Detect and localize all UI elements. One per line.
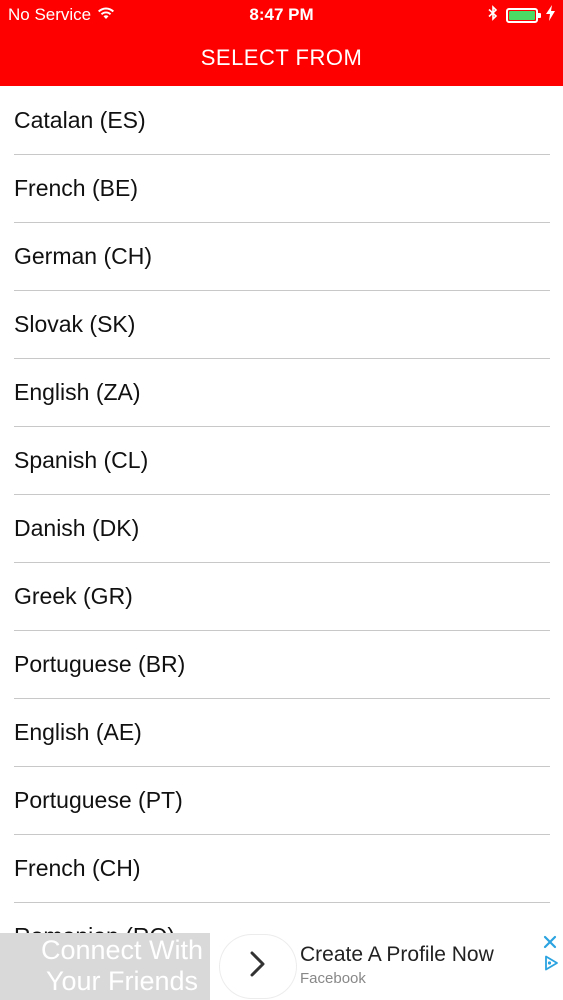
status-time: 8:47 PM — [249, 5, 314, 24]
ad-arrow-button[interactable] — [220, 935, 296, 998]
charging-icon — [546, 5, 555, 26]
list-item[interactable]: English (AE) — [14, 699, 550, 767]
bluetooth-icon — [488, 5, 498, 26]
ad-banner[interactable]: Connect With Your Friends Create A Profi… — [0, 933, 563, 1000]
ad-choices-icon[interactable] — [543, 955, 559, 976]
page-title: SELECT FROM — [200, 45, 363, 70]
status-bar: No Service 8:47 PM — [0, 0, 563, 30]
ad-subtitle: Facebook — [300, 970, 366, 987]
nav-bar: SELECT FROM — [0, 30, 563, 86]
status-right — [488, 5, 555, 26]
language-list[interactable]: Catalan (ES) French (BE) German (CH) Slo… — [0, 87, 563, 933]
list-item[interactable]: Portuguese (BR) — [14, 631, 550, 699]
ad-title[interactable]: Create A Profile Now — [300, 943, 494, 967]
chevron-right-icon — [249, 950, 267, 983]
list-item[interactable]: French (BE) — [14, 155, 550, 223]
ad-card[interactable]: Create A Profile Now Facebook — [210, 933, 563, 1000]
close-icon[interactable] — [543, 935, 557, 954]
list-item[interactable]: Spanish (CL) — [14, 427, 550, 495]
list-item[interactable]: German (CH) — [14, 223, 550, 291]
list-item[interactable]: Catalan (ES) — [14, 87, 550, 155]
list-item[interactable]: Slovak (SK) — [14, 291, 550, 359]
battery-icon — [506, 8, 541, 23]
list-item[interactable]: Danish (DK) — [14, 495, 550, 563]
ad-background-text: Connect With Your Friends — [40, 935, 204, 996]
list-item[interactable]: Portuguese (PT) — [14, 767, 550, 835]
list-item[interactable]: English (ZA) — [14, 359, 550, 427]
list-item[interactable]: Greek (GR) — [14, 563, 550, 631]
list-item[interactable]: French (CH) — [14, 835, 550, 903]
list-item[interactable]: Romanian (RO) — [14, 903, 550, 933]
